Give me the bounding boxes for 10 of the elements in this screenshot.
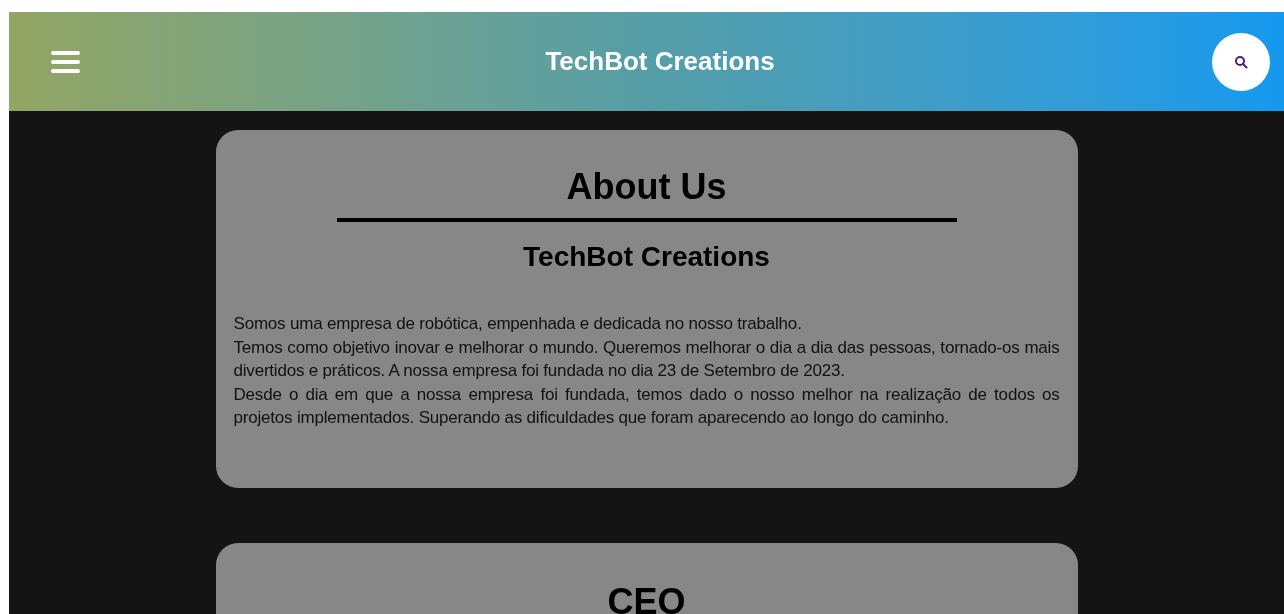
company-subheading: TechBot Creations	[523, 240, 770, 274]
about-heading: About Us	[566, 166, 727, 208]
about-paragraph: Desde o dia em que a nossa empresa foi fundada, temos dado o nosso melhor na realização de todos os projetos implementados. Superando as dificuldades que foram aparecendo ao longo do caminho.	[233, 383, 1060, 429]
site-title: TechBot Creations	[545, 45, 775, 78]
menu-icon[interactable]	[51, 50, 80, 73]
search-icon	[1234, 54, 1248, 69]
about-paragraph: Somos uma empresa de robótica, empenhada e dedicada no nosso trabalho.	[233, 313, 803, 335]
search-button[interactable]	[1212, 32, 1270, 91]
about-paragraph: Temos como objetivo inovar e melhorar o mundo. Queremos melhorar o dia a dia das pessoas, tornado-os mais divertidos e práticos. A nossa empresa foi fundada no dia 23 de Setembro de 2023.	[233, 336, 1060, 382]
ceo-heading: CEO	[607, 581, 686, 614]
